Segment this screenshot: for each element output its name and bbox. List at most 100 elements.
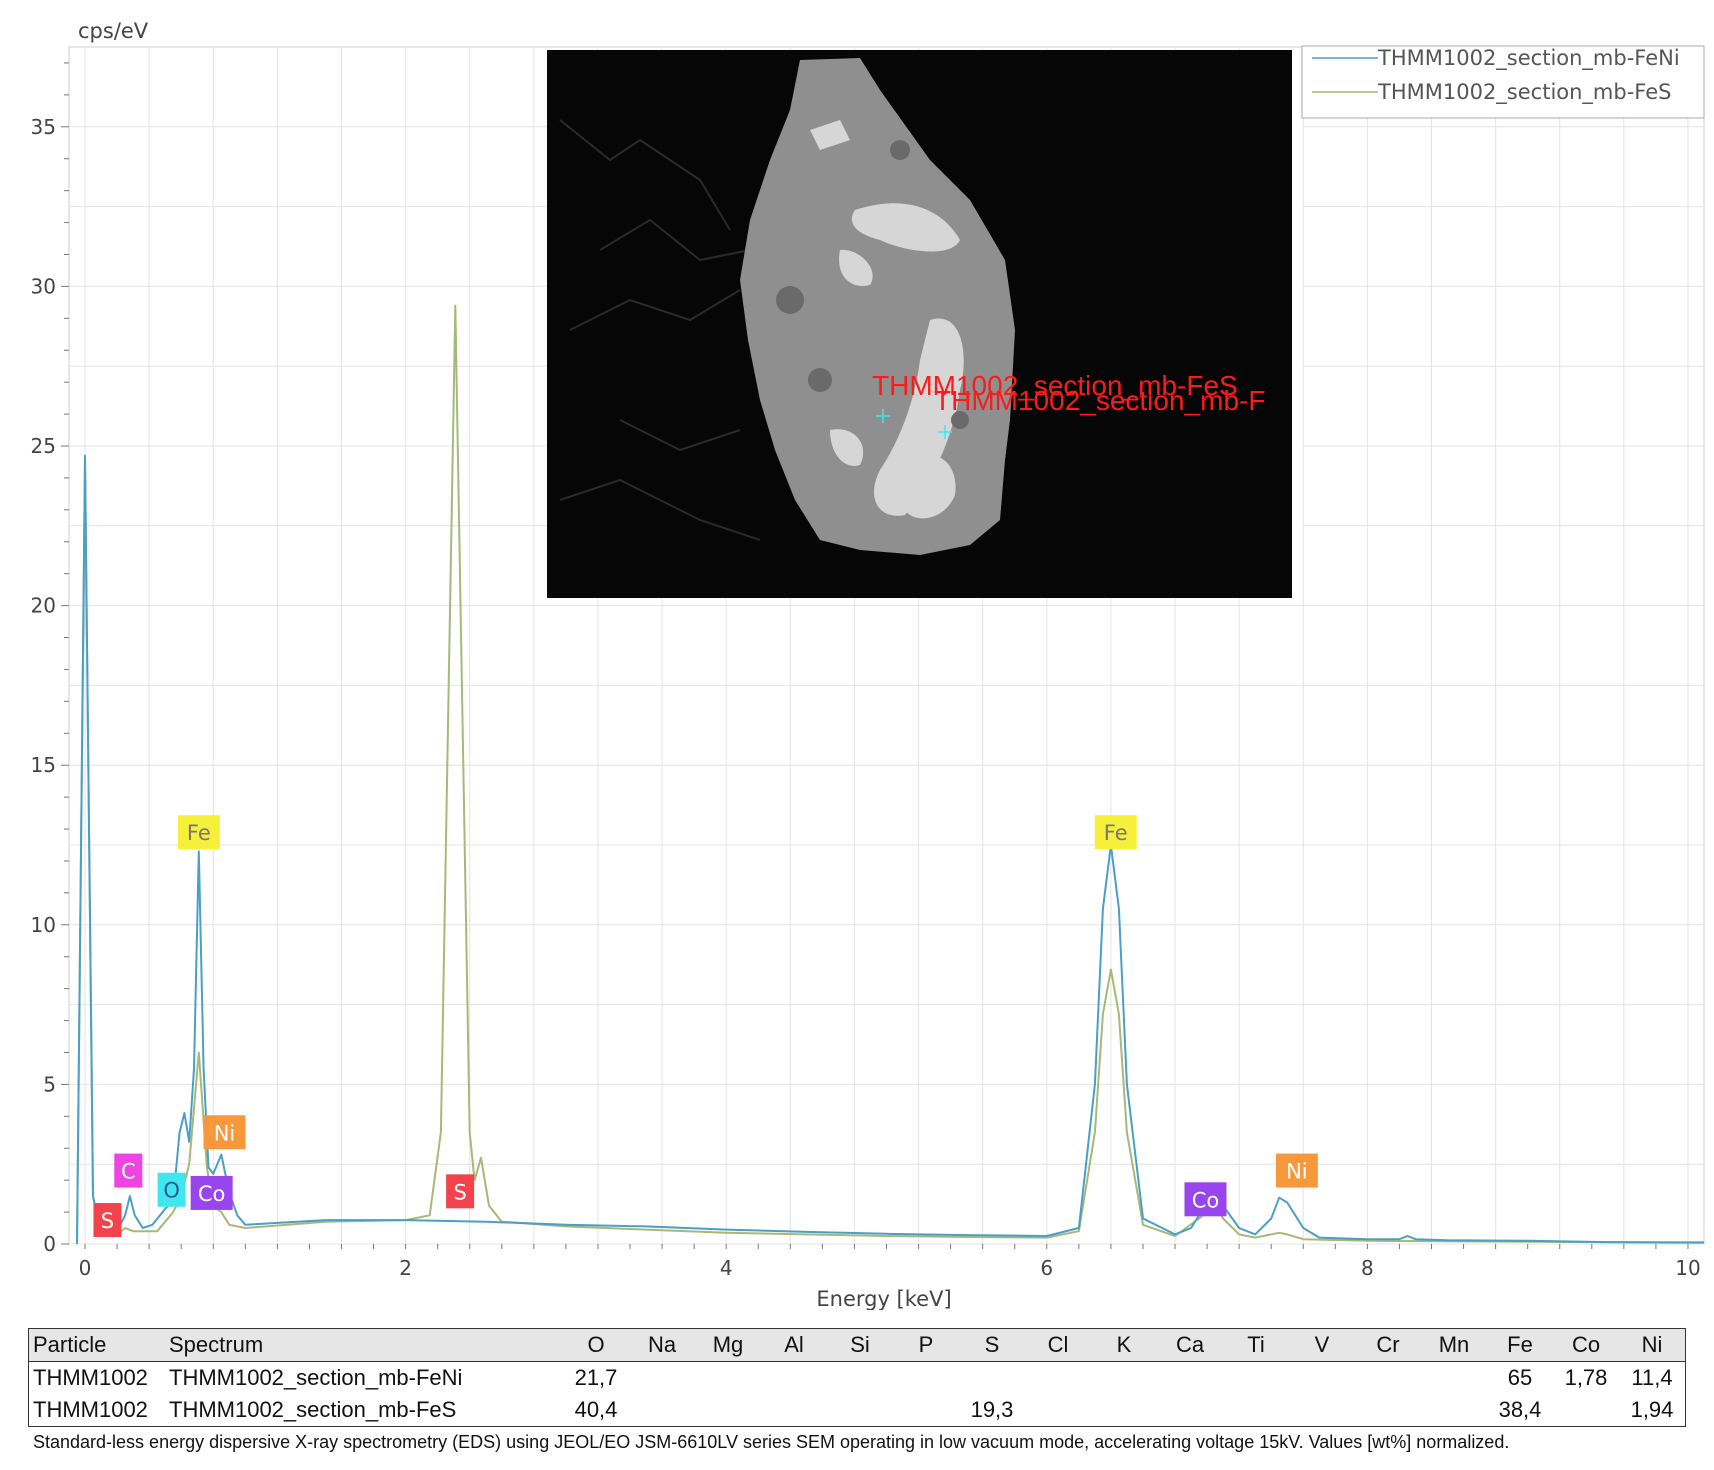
table-cell	[1025, 1362, 1091, 1395]
table-cell	[1289, 1362, 1355, 1395]
table-cell	[1421, 1394, 1487, 1427]
column-header-ni: Ni	[1641, 1332, 1663, 1357]
caption: Standard-less energy dispersive X-ray sp…	[33, 1432, 1510, 1452]
peak-label-ni: Ni	[203, 1115, 246, 1150]
table-cell	[959, 1362, 1025, 1395]
x-tick-label: 4	[720, 1256, 733, 1280]
legend-label-feni: THMM1002_section_mb-FeNi	[1377, 46, 1680, 71]
table-cell	[827, 1362, 893, 1395]
table-cell	[1355, 1394, 1421, 1427]
column-header-p: P	[918, 1332, 934, 1357]
table-cell	[1289, 1394, 1355, 1427]
column-header-particle: Particle	[33, 1332, 107, 1357]
column-header-spectrum: Spectrum	[169, 1332, 264, 1357]
column-header-si: Si	[850, 1332, 870, 1357]
table-cell	[1157, 1394, 1223, 1427]
svg-text:S: S	[101, 1209, 114, 1233]
column-header-k: K	[1116, 1332, 1132, 1357]
peak-label-s: S	[93, 1203, 122, 1238]
column-header-s: S	[984, 1332, 1000, 1357]
peak-label-fe: Fe	[1094, 815, 1137, 850]
table-cell	[695, 1362, 761, 1395]
column-header-cl: Cl	[1047, 1332, 1069, 1357]
svg-text:Fe: Fe	[1104, 821, 1128, 845]
legend-label-fes: THMM1002_section_mb-FeS	[1377, 80, 1671, 105]
sem-micrograph: THMM1002_section_mb-FeS THMM1002_section…	[547, 50, 1302, 598]
composition-table: Particle Spectrum O Na Mg Al Si P S Cl K Ca Ti V Cr Mn F…	[28, 1328, 1686, 1427]
column-header-ti: Ti	[1247, 1332, 1265, 1357]
table-cell: 40,4	[574, 1397, 618, 1422]
column-header-mg: Mg	[712, 1332, 744, 1357]
x-axis-title: Energy [keV]	[816, 1287, 951, 1310]
column-header-v: V	[1314, 1332, 1330, 1357]
peak-label-c: C	[114, 1153, 143, 1188]
table-cell: THMM1002_section_mb-FeS	[169, 1397, 457, 1422]
svg-text:Co: Co	[1192, 1188, 1220, 1212]
table-cell: 21,7	[574, 1365, 618, 1390]
table-cell	[761, 1362, 827, 1395]
y-tick-label: 35	[31, 115, 56, 139]
sem-label-feni: THMM1002_section_mb-F	[934, 385, 1265, 416]
svg-text:Ni: Ni	[1286, 1160, 1308, 1184]
table-cell	[1223, 1362, 1289, 1395]
x-tick-label: 10	[1675, 1256, 1700, 1280]
x-tick-label: 2	[399, 1256, 412, 1280]
table-cell	[1025, 1394, 1091, 1427]
table-cell	[629, 1394, 695, 1427]
table-cell: 19,3	[970, 1397, 1014, 1422]
svg-text:C: C	[121, 1160, 136, 1184]
column-header-o: O	[587, 1332, 605, 1357]
peak-label-co: Co	[190, 1175, 233, 1210]
x-tick-label: 6	[1040, 1256, 1053, 1280]
column-header-co: Co	[1571, 1332, 1601, 1357]
table-row: THMM1002 THMM1002_section_mb-FeS 40,4 19,3 3…	[29, 1394, 1686, 1427]
svg-text:O: O	[163, 1179, 180, 1203]
table-cell: 65	[1507, 1365, 1533, 1390]
column-header-al: Al	[784, 1332, 804, 1357]
peak-label-co: Co	[1184, 1182, 1227, 1217]
table-cell	[1091, 1394, 1157, 1427]
table-cell	[1421, 1362, 1487, 1395]
table-cell	[893, 1394, 959, 1427]
eds-spectrum-chart: 0 5 10 15 20 25 30 35 0 2 4 6 8 10 cps/eV Energy [ke…	[31, 19, 1705, 1310]
y-tick-label: 30	[31, 274, 56, 298]
table-cell	[695, 1394, 761, 1427]
table-cell	[1355, 1362, 1421, 1395]
table-cell: 1,78	[1564, 1365, 1608, 1390]
table-cell	[1223, 1394, 1289, 1427]
y-tick-label: 20	[31, 594, 56, 618]
column-header-mn: Mn	[1438, 1332, 1470, 1357]
peak-label-ni: Ni	[1275, 1153, 1318, 1188]
table-cell	[827, 1394, 893, 1427]
x-tick-label: 8	[1361, 1256, 1374, 1280]
x-axis-ticks: 0 2 4 6 8 10	[79, 1256, 1701, 1280]
table-row: THMM1002 THMM1002_section_mb-FeNi 21,7 65 1,…	[29, 1362, 1686, 1395]
table-cell: THMM1002	[33, 1397, 148, 1422]
table-cell: THMM1002	[33, 1365, 148, 1390]
legend: THMM1002_section_mb-FeNi THMM1002_sectio…	[1301, 45, 1705, 119]
table-cell	[629, 1362, 695, 1395]
svg-text:S: S	[453, 1180, 466, 1204]
x-tick-label: 0	[79, 1256, 92, 1280]
column-header-na: Na	[647, 1332, 677, 1357]
table-cell: 1,94	[1630, 1397, 1674, 1422]
y-tick-label: 5	[43, 1072, 56, 1096]
peak-label-s: S	[446, 1174, 475, 1209]
table-cell	[761, 1394, 827, 1427]
svg-text:Fe: Fe	[187, 821, 211, 845]
y-tick-label: 0	[43, 1232, 56, 1256]
y-axis-title: cps/eV	[78, 19, 149, 43]
table-cell: 11,4	[1631, 1365, 1673, 1390]
table-header-row: Particle Spectrum O Na Mg Al Si P S Cl K Ca Ti V Cr Mn F…	[28, 1328, 1686, 1362]
y-tick-label: 10	[31, 913, 56, 937]
y-tick-label: 15	[31, 753, 56, 777]
y-tick-label: 25	[31, 434, 56, 458]
svg-text:Co: Co	[198, 1182, 226, 1206]
table-cell	[893, 1362, 959, 1395]
y-axis-ticks: 0 5 10 15 20 25 30 35	[31, 115, 56, 1256]
column-header-cr: Cr	[1376, 1332, 1400, 1357]
column-header-fe: Fe	[1507, 1332, 1533, 1357]
table-cell: 38,4	[1498, 1397, 1542, 1422]
peak-label-o: O	[157, 1172, 186, 1207]
peak-label-fe: Fe	[177, 815, 220, 850]
